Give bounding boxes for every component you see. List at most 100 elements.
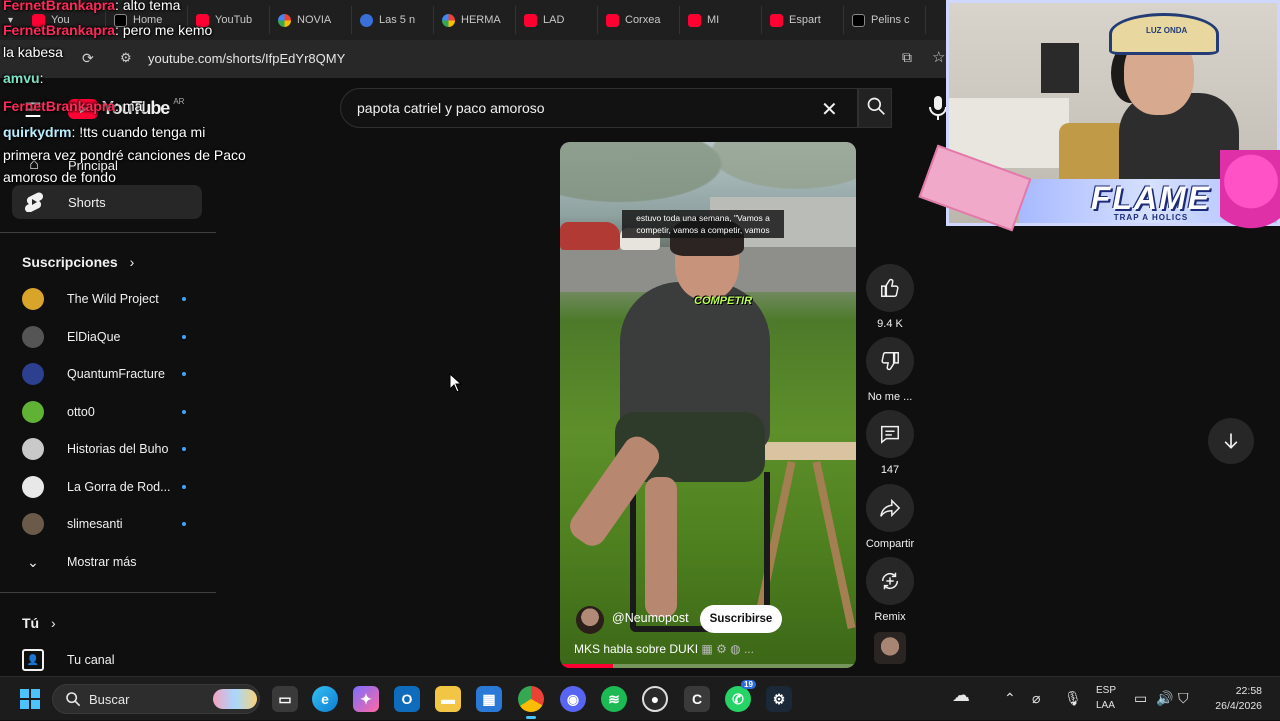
search-box[interactable]: papota catriel y paco amoroso ✕ xyxy=(340,88,858,128)
subscription-item[interactable]: QuantumFracture xyxy=(22,359,202,389)
browser-tab[interactable]: Espart xyxy=(764,6,844,34)
audio-source-thumbnail[interactable] xyxy=(874,632,906,664)
show-more-button[interactable]: ⌄ Mostrar más xyxy=(22,547,202,577)
address-url[interactable]: youtube.com/shorts/IfpEdYr8QMY xyxy=(148,51,345,66)
windows-start-icon[interactable] xyxy=(20,689,40,709)
spotify-icon[interactable]: ≋ xyxy=(601,686,627,712)
tab-label: Las 5 n xyxy=(379,14,416,26)
chevron-up-icon[interactable]: ⌃ xyxy=(1004,690,1016,707)
copilot-icon[interactable]: ✦ xyxy=(353,686,379,712)
short-video-player[interactable]: estuvo toda una semana, "Vamos a competi… xyxy=(560,142,856,668)
video-progress-bar[interactable] xyxy=(560,664,856,668)
subscription-item[interactable]: The Wild Project xyxy=(22,284,202,314)
sidebar-item-shorts[interactable]: Shorts xyxy=(12,185,202,219)
video-caption: estuvo toda una semana, "Vamos a competi… xyxy=(622,210,784,238)
clear-search-icon[interactable]: ✕ xyxy=(821,97,838,122)
video-scene xyxy=(560,222,620,250)
comments-button[interactable]: 147 xyxy=(864,410,916,476)
steam-icon[interactable]: ⚙ xyxy=(766,686,792,712)
clock-date[interactable]: 26/4/2026 xyxy=(1215,700,1262,712)
keyboard-layout[interactable]: LAA xyxy=(1096,700,1115,711)
like-count: 9.4 K xyxy=(877,318,903,330)
browser-tab[interactable]: Pelins c xyxy=(846,6,926,34)
youtube-icon xyxy=(606,13,619,27)
mouse-cursor-icon xyxy=(449,373,463,393)
subscription-item[interactable]: La Gorra de Rod... xyxy=(22,472,202,502)
tab-label: LAD xyxy=(543,14,565,26)
browser-tab[interactable]: LAD xyxy=(518,6,598,34)
like-button[interactable]: 9.4 K xyxy=(864,264,916,330)
microphone-icon[interactable]: 🎙 xyxy=(1064,690,1082,707)
chat-username: quirkydrm xyxy=(3,124,72,140)
chat-text: : alto tema xyxy=(115,0,181,13)
video-title-text: MKS habla sobre DUKI xyxy=(574,642,699,656)
subscription-label: Historias del Buho xyxy=(67,442,169,456)
chrome-icon[interactable] xyxy=(518,686,544,719)
bookmark-star-icon[interactable]: ☆ xyxy=(932,48,945,66)
search-icon xyxy=(66,692,81,707)
install-app-icon[interactable]: ⧉ xyxy=(902,49,912,66)
outlook-icon[interactable]: O xyxy=(394,686,420,712)
keyboard-language[interactable]: ESP xyxy=(1096,685,1116,696)
subscription-label: ElDiaQue xyxy=(67,330,121,344)
volume-icon[interactable]: 🔊 xyxy=(1156,690,1173,707)
site-info-icon[interactable]: ⚙ xyxy=(120,50,132,66)
subscription-item[interactable]: otto0 xyxy=(22,397,202,427)
obs-icon[interactable]: ● xyxy=(642,686,668,712)
channel-handle[interactable]: @Neumopost xyxy=(612,611,689,625)
dislike-button[interactable]: No me ... xyxy=(864,337,916,403)
browser-tab[interactable]: Corxea xyxy=(600,6,680,34)
discord-icon[interactable]: ◉ xyxy=(560,686,586,712)
shorts-icon xyxy=(22,190,46,214)
edge-icon[interactable]: e xyxy=(312,686,338,712)
search-icon[interactable] xyxy=(866,96,886,116)
region-code: AR xyxy=(173,97,185,106)
task-view-icon[interactable]: ▭ xyxy=(272,686,298,712)
chat-username: FernetBrankapra xyxy=(3,0,116,13)
taskbar-search[interactable]: Buscar xyxy=(52,684,260,714)
display-icon[interactable]: ▭ xyxy=(1134,690,1147,707)
youtube-icon xyxy=(688,13,701,27)
subscription-label: otto0 xyxy=(67,405,95,419)
subscribe-button[interactable]: Suscribirse xyxy=(700,605,782,633)
network-off-icon[interactable]: ⌀ xyxy=(1032,690,1040,707)
new-content-dot xyxy=(182,297,186,301)
channel-avatar xyxy=(22,326,44,348)
subscription-item[interactable]: ElDiaQue xyxy=(22,322,202,352)
subscription-item[interactable]: slimesanti xyxy=(22,509,202,539)
search-input[interactable]: papota catriel y paco amoroso xyxy=(357,100,545,116)
subscription-item[interactable]: Historias del Buho xyxy=(22,434,202,464)
subscription-label: slimesanti xyxy=(67,517,123,531)
whatsapp-icon[interactable]: ✆ 19 xyxy=(725,680,756,712)
security-icon[interactable]: ⛉ xyxy=(1178,690,1189,707)
remix-label: Remix xyxy=(874,611,906,623)
next-short-button[interactable] xyxy=(1208,418,1254,464)
channel-avatar xyxy=(22,513,44,535)
weather-icon[interactable]: ☁ xyxy=(952,685,970,706)
chat-text: primera vez pondré canciones de Paco xyxy=(3,147,246,163)
pink-figure-sticker-icon xyxy=(1220,150,1280,240)
remix-button[interactable]: Remix xyxy=(864,557,916,623)
reload-icon[interactable]: ⟳ xyxy=(82,50,94,67)
channel-avatar[interactable] xyxy=(576,606,604,634)
browser-tab[interactable]: HERMA xyxy=(436,6,516,34)
browser-tab[interactable]: Las 5 n xyxy=(354,6,434,34)
channel-avatar xyxy=(22,363,44,385)
browser-tab[interactable]: NOVIA xyxy=(272,6,352,34)
sidebar-item-your-channel[interactable]: 👤 Tu canal xyxy=(22,645,202,675)
clock-time[interactable]: 22:58 xyxy=(1236,685,1262,697)
sidebar-item-label: Shorts xyxy=(68,194,106,210)
microsoft-store-icon[interactable]: ▦ xyxy=(476,686,502,712)
google-icon xyxy=(442,13,455,27)
subscriptions-heading[interactable]: Suscripciones › xyxy=(22,254,134,270)
comment-count: 147 xyxy=(880,464,900,476)
browser-app-icon[interactable]: C xyxy=(684,686,710,712)
file-explorer-icon[interactable]: ▬ xyxy=(435,686,461,712)
you-heading[interactable]: Tú › xyxy=(22,615,56,631)
youtube-icon xyxy=(524,13,537,27)
chat-username: FernetBrankapra xyxy=(3,22,116,38)
chat-message: FernetBrankapra: pero me kemo xyxy=(3,19,212,41)
share-button[interactable]: Compartir xyxy=(864,484,916,550)
browser-tab[interactable]: MI xyxy=(682,6,762,34)
video-title[interactable]: MKS habla sobre DUKI ▦ ⚙ ◍ ... xyxy=(574,642,754,656)
